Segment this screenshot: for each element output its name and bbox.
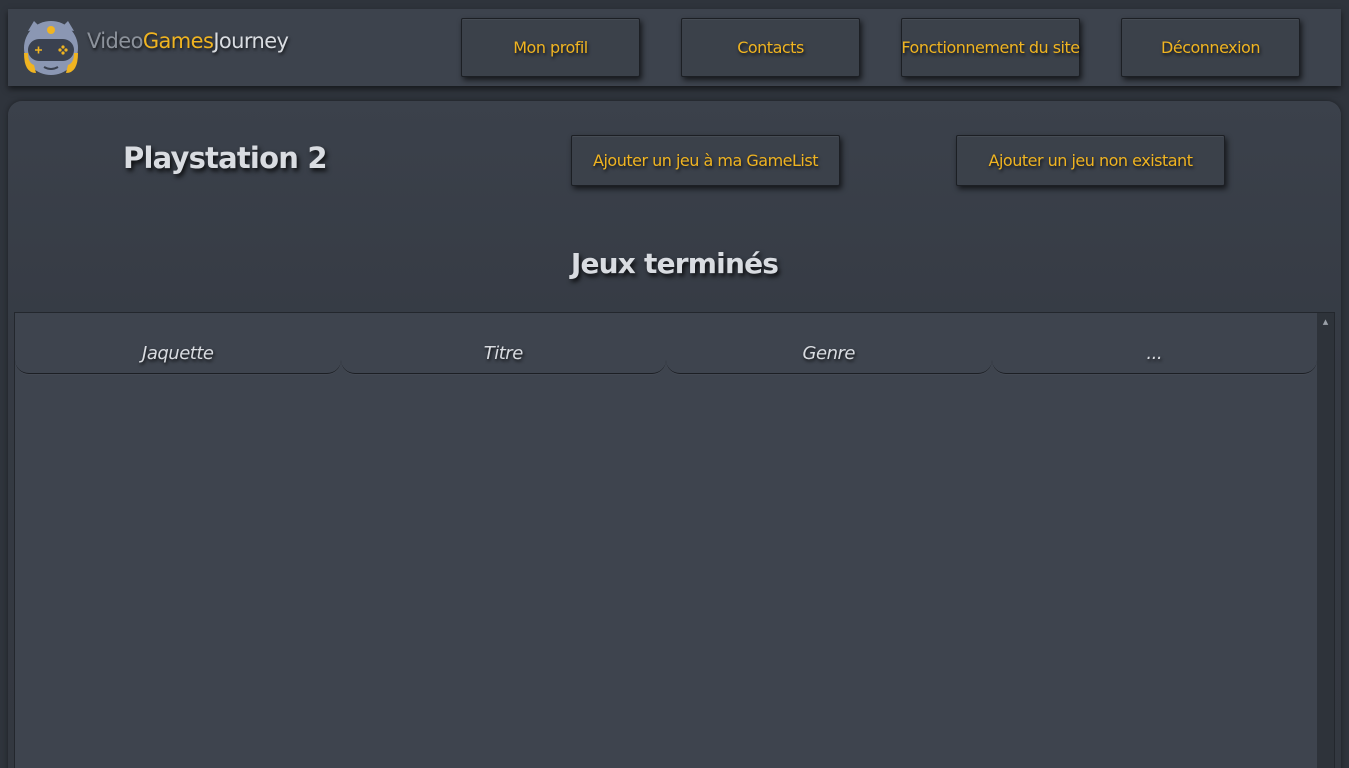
brand-name[interactable]: VideoGamesJourney [87, 29, 289, 53]
add-to-gamelist-button[interactable]: Ajouter un jeu à ma GameList [571, 135, 840, 186]
section-title: Jeux terminés [570, 247, 779, 280]
logo-gamepad-icon[interactable] [20, 17, 82, 77]
games-table: Jaquette Titre Genre ... ▴ [14, 312, 1335, 768]
platform-title: Playstation 2 [123, 141, 328, 175]
column-header-titre[interactable]: Titre [340, 313, 666, 374]
nav-mon-profil-button[interactable]: Mon profil [461, 18, 640, 77]
brand-part-video: Video [87, 29, 143, 53]
nav-contacts-button[interactable]: Contacts [681, 18, 860, 77]
brand-part-games: Games [142, 29, 214, 53]
site-header: VideoGamesJourney Mon profil Contacts Fo… [8, 9, 1341, 86]
main-panel: Playstation 2 Ajouter un jeu à ma GameLi… [8, 101, 1341, 768]
nav-deconnexion-button[interactable]: Déconnexion [1121, 18, 1300, 77]
table-header: Jaquette Titre Genre ... [15, 313, 1317, 374]
add-new-game-button[interactable]: Ajouter un jeu non existant [956, 135, 1225, 186]
column-header-jaquette[interactable]: Jaquette [15, 313, 341, 374]
table-body [15, 374, 1317, 768]
column-header-actions[interactable]: ... [991, 313, 1317, 374]
brand-part-journey: Journey [213, 29, 289, 53]
nav-fonctionnement-button[interactable]: Fonctionnement du site [901, 18, 1080, 77]
column-header-genre[interactable]: Genre [666, 313, 992, 374]
table-scrollbar[interactable]: ▴ [1317, 313, 1334, 768]
chevron-up-icon[interactable]: ▴ [1317, 313, 1334, 330]
